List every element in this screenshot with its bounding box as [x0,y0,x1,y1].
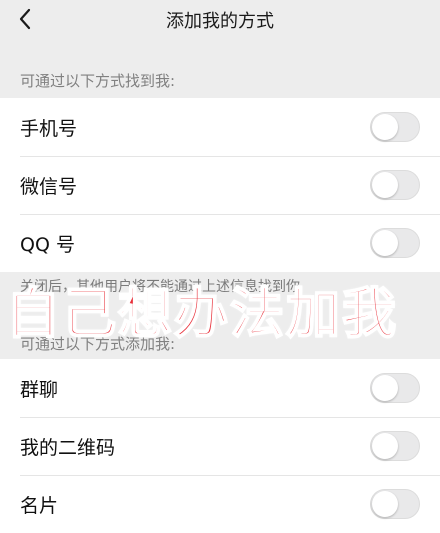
add-options-group: 群聊 我的二维码 名片 [0,359,440,533]
toggle-knob [372,433,398,459]
option-row-group-chat[interactable]: 群聊 [0,359,440,417]
toggle-knob [372,230,398,256]
group-chat-toggle[interactable] [370,373,420,403]
option-label: 微信号 [20,175,78,198]
option-row-wechat-id[interactable]: 微信号 [0,156,440,214]
phone-toggle[interactable] [370,112,420,142]
option-row-phone[interactable]: 手机号 [0,98,440,156]
toggle-knob [372,491,398,517]
navigation-bar: 添加我的方式 [0,0,440,40]
toggle-knob [372,114,398,140]
option-row-qr-code[interactable]: 我的二维码 [0,417,440,475]
wechat-id-toggle[interactable] [370,170,420,200]
option-label: QQ 号 [20,233,75,256]
overlay-caption: 自己想办法加我 [5,282,398,345]
toggle-knob [372,375,398,401]
option-label: 群聊 [20,378,59,401]
page-title: 添加我的方式 [166,11,274,32]
option-label: 手机号 [20,117,78,140]
find-options-group: 手机号 微信号 QQ 号 [0,98,440,272]
option-row-qq[interactable]: QQ 号 [0,214,440,272]
qr-code-toggle[interactable] [370,431,420,461]
qq-toggle[interactable] [370,228,420,258]
option-label: 我的二维码 [20,436,116,459]
business-card-toggle[interactable] [370,489,420,519]
toggle-knob [372,172,398,198]
section-label-find: 可通过以下方式找到我: [20,72,176,90]
option-label: 名片 [20,494,59,517]
option-row-business-card[interactable]: 名片 [0,475,440,533]
